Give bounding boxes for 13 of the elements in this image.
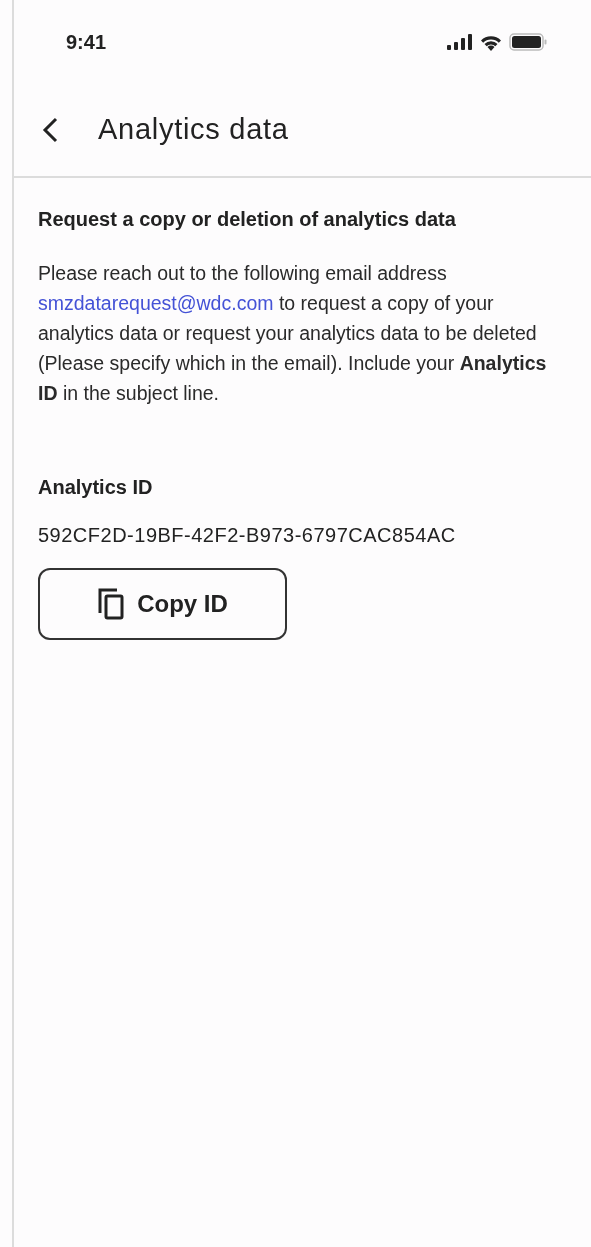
instructions-paragraph: Please reach out to the following email address smzdatarequest@wdc.com to request a copy of your analytics data or request your analytics data to be deleted (Please specify which in the email). Include your Analytics ID in the subject line. [38, 261, 548, 406]
signal-icon [447, 34, 473, 50]
copy-id-button[interactable]: Copy ID [38, 568, 287, 640]
status-time: 9:41 [66, 30, 107, 55]
battery-icon [509, 33, 547, 51]
wifi-icon [479, 33, 503, 51]
page-title: Analytics data [98, 112, 289, 148]
back-icon [41, 116, 59, 144]
section-heading: Request a copy or deletion of analytics data [38, 207, 457, 232]
analytics-id-label: Analytics ID [38, 475, 154, 500]
email-link[interactable]: smzdatarequest@wdc.com [38, 292, 274, 314]
copy-icon [97, 587, 126, 621]
analytics-id-value: 592CF2D-19BF-42F2-B973-6797CAC854AC [38, 523, 457, 548]
